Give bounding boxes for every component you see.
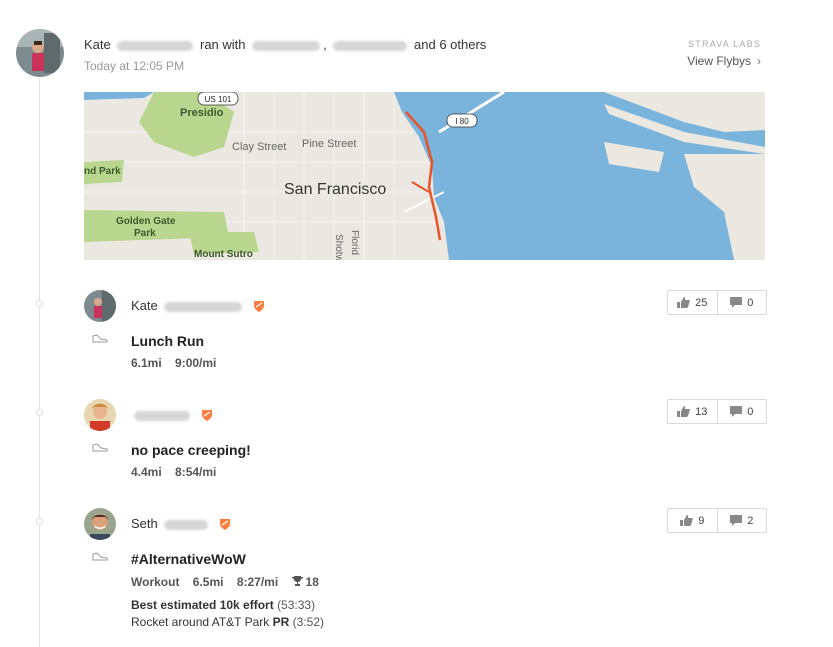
distance: 6.5mi xyxy=(192,575,224,589)
trophy-count-wrap: 18 xyxy=(291,575,329,589)
comment-button[interactable]: 0 xyxy=(716,291,767,314)
athlete-avatar[interactable] xyxy=(84,290,116,322)
blurred-name xyxy=(252,40,321,51)
comment-count: 0 xyxy=(747,296,754,309)
comment-count: 2 xyxy=(747,514,754,527)
trophy-icon xyxy=(291,576,303,586)
activity-title[interactable]: #AlternativeWoW xyxy=(131,551,246,567)
shield-badge-icon xyxy=(220,519,230,531)
thumbs-up-icon xyxy=(680,515,694,526)
activity-title[interactable]: Lunch Run xyxy=(131,333,204,349)
timeline-line xyxy=(39,78,40,647)
map-label-pine: Pine Street xyxy=(302,138,356,150)
shield-badge-icon xyxy=(254,301,264,313)
kudos-button[interactable]: 25 xyxy=(668,291,717,314)
pace: 8:27/mi xyxy=(236,575,279,589)
map-label-park: Park xyxy=(134,228,156,239)
distance: 4.4mi xyxy=(131,465,162,479)
kudos-button[interactable]: 9 xyxy=(668,509,717,532)
achievement-time: (53:33) xyxy=(277,598,316,612)
labs-brand: STRAVA LABS xyxy=(688,39,761,49)
pace: 8:54/mi xyxy=(175,465,217,479)
kudos-count: 25 xyxy=(695,296,708,309)
athlete-avatar[interactable] xyxy=(84,399,116,431)
activity-title[interactable]: no pace creeping! xyxy=(131,442,251,458)
timeline-dot xyxy=(36,518,43,525)
pace: 9:00/mi xyxy=(175,356,217,370)
activity-stats: Workout 6.5mi 8:27/mi 18 xyxy=(131,575,339,589)
action-text: ran with xyxy=(200,37,246,52)
route-map[interactable]: US 101 Presidio Clay Street Pine Street … xyxy=(84,92,765,260)
map-label-us101: US 101 xyxy=(205,95,232,104)
segment-time: (3:52) xyxy=(292,615,325,629)
athlete-first-name: Kate xyxy=(131,298,158,313)
map-label-sutro: Mount Sutro xyxy=(194,249,253,260)
shoe-icon xyxy=(92,443,108,452)
comment-icon xyxy=(730,297,743,308)
strava-labs: STRAVA LABS View Flybys › xyxy=(687,39,761,68)
timeline-dot xyxy=(36,409,43,416)
athlete-name[interactable] xyxy=(131,407,213,422)
shoe-icon xyxy=(92,334,108,343)
workout-type: Workout xyxy=(131,575,180,589)
comment-button[interactable]: 2 xyxy=(716,509,767,532)
shoe-icon xyxy=(92,552,108,561)
kudos-count: 9 xyxy=(698,514,705,527)
map-label-clay: Clay Street xyxy=(232,141,286,153)
view-flybys-link[interactable]: View Flybys › xyxy=(687,54,761,68)
activity-stats: 6.1mi 9:00/mi xyxy=(131,356,226,370)
blurred-name xyxy=(134,410,190,421)
blurred-name xyxy=(333,40,408,51)
owner-name[interactable]: Kate xyxy=(84,37,111,52)
achievement-line: Best estimated 10k effort (53:33) xyxy=(131,598,315,612)
comment-button[interactable]: 0 xyxy=(716,400,767,423)
athlete-name[interactable]: Seth xyxy=(131,516,231,531)
kudos-comment-box: 9 2 xyxy=(667,508,767,533)
blurred-name xyxy=(164,519,209,530)
group-timestamp: Today at 12:05 PM xyxy=(84,59,185,73)
map-label-shotwell: Shotw xyxy=(333,234,344,260)
athlete-avatar[interactable] xyxy=(84,508,116,540)
kudos-comment-box: 13 0 xyxy=(667,399,767,424)
comment-count: 0 xyxy=(747,405,754,418)
map-label-i80: I 80 xyxy=(455,117,469,126)
map-label-florida: Florid xyxy=(349,230,360,255)
achievement-bold: Best estimated 10k effort xyxy=(131,598,274,612)
distance: 6.1mi xyxy=(131,356,162,370)
map-label-city: San Francisco xyxy=(284,181,386,198)
kudos-button[interactable]: 13 xyxy=(668,400,717,423)
thumbs-up-icon xyxy=(677,297,690,308)
achievement-line: Rocket around AT&T Park PR (3:52) xyxy=(131,615,324,629)
comment-icon xyxy=(730,515,743,526)
segment-name[interactable]: Rocket around AT&T Park xyxy=(131,615,269,629)
view-flybys-label: View Flybys xyxy=(687,54,751,68)
thumbs-up-icon xyxy=(677,406,690,417)
kudos-comment-box: 25 0 xyxy=(667,290,767,315)
group-avatar[interactable] xyxy=(16,29,64,77)
activity-stats: 4.4mi 8:54/mi xyxy=(131,465,226,479)
blurred-name xyxy=(164,301,243,312)
timeline-dot xyxy=(36,300,43,307)
athlete-name[interactable]: Kate xyxy=(131,298,265,313)
others-link[interactable]: and 6 others xyxy=(414,37,486,52)
map-label-park-left: nd Park xyxy=(84,166,121,177)
athlete-first-name: Seth xyxy=(131,516,158,531)
trophy-count: 18 xyxy=(305,575,319,589)
blurred-name xyxy=(117,40,194,51)
pr-label: PR xyxy=(272,615,290,629)
shield-badge-icon xyxy=(201,410,212,422)
map-label-presidio: Presidio xyxy=(180,107,224,119)
comment-icon xyxy=(730,406,743,417)
map-label-golden-gate: Golden Gate xyxy=(116,216,176,227)
kudos-count: 13 xyxy=(695,405,708,418)
chevron-right-icon: › xyxy=(757,54,761,68)
group-header: Kate ran with , and 6 others xyxy=(84,37,487,52)
